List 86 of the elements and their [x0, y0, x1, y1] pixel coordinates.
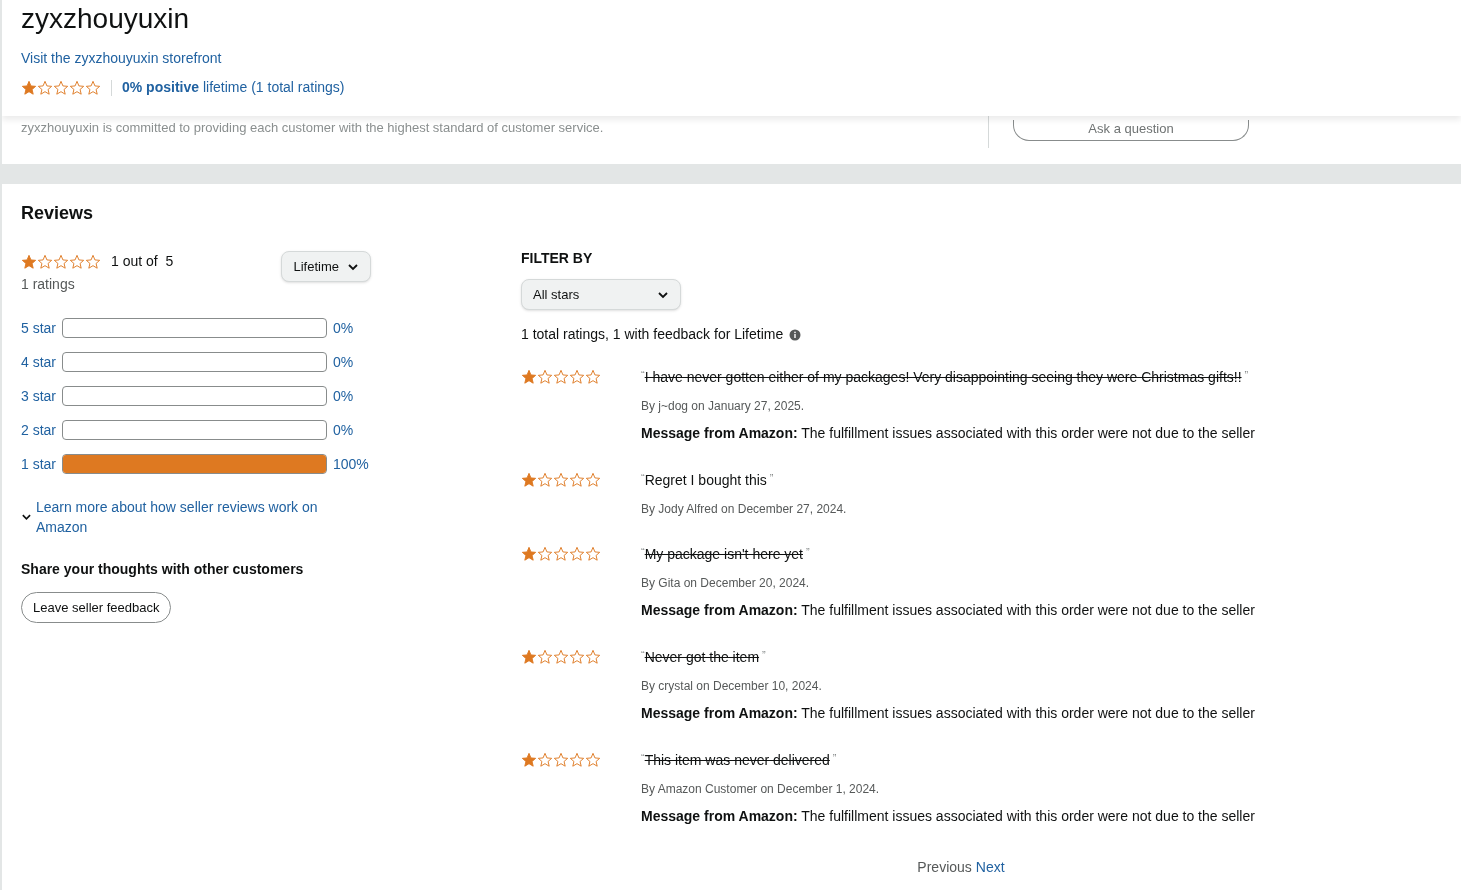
star-icon: [569, 369, 585, 385]
rating-percent[interactable]: 0%: [333, 385, 354, 407]
star-icon: [585, 472, 601, 488]
star-icon: [21, 79, 37, 96]
ask-question-button[interactable]: Ask a question: [1013, 120, 1249, 141]
star-icon: [85, 79, 101, 96]
storefront-link[interactable]: Visit the zyxzhouyuxin storefront: [21, 48, 1442, 69]
next-link[interactable]: Next: [975, 857, 1005, 878]
star-filter-link[interactable]: 2 star: [21, 419, 62, 441]
star-icon: [585, 546, 601, 562]
star-icon: [537, 369, 553, 385]
star-icon: [553, 752, 569, 768]
review-text: This item was never delivered: [644, 751, 830, 770]
average-rating: 1 out of 5: [111, 252, 174, 271]
review-text: Regret I bought this: [644, 471, 767, 490]
star-icon: [585, 752, 601, 768]
star-icon: [85, 253, 101, 270]
share-heading: Share your thoughts with other customers: [21, 560, 305, 579]
star-icon: [553, 472, 569, 488]
review-text: Never got the item: [644, 648, 760, 667]
amazon-message: Message from Amazon: The fulfillment issues associated with this order were not due to the seller: [641, 601, 1255, 620]
ratings-count: 1 ratings: [21, 275, 76, 294]
star-icon: [585, 649, 601, 665]
rating-percent[interactable]: 0%: [333, 351, 354, 373]
star-icon: [553, 369, 569, 385]
star-filter-dropdown[interactable]: All stars: [521, 279, 681, 310]
star-icon: [521, 752, 537, 768]
star-icon: [69, 253, 85, 270]
star-icon: [69, 79, 85, 96]
rating-percent[interactable]: 0%: [333, 419, 354, 441]
review-text: I have never gotten either of my packages! Very disappointing seeing they were Christmas gifts!!: [644, 368, 1242, 387]
rating-percent[interactable]: 100%: [333, 453, 369, 475]
star-filter-link[interactable]: 4 star: [21, 351, 62, 373]
quote-mark: ”: [769, 471, 774, 486]
star-filter-link[interactable]: 5 star: [21, 317, 62, 339]
rating-summary[interactable]: 0% positive lifetime (1 total ratings): [122, 77, 345, 98]
learn-more-link[interactable]: Learn more about how seller reviews work on Amazon: [35, 497, 341, 537]
reviews-heading: Reviews: [21, 202, 95, 225]
quote-mark: “: [641, 648, 645, 661]
quote-mark: ”: [1244, 368, 1249, 383]
star-icon: [553, 649, 569, 665]
rating-percent[interactable]: 0%: [333, 317, 354, 339]
star-icon: [21, 253, 37, 270]
filter-heading: FILTER BY: [521, 249, 594, 268]
review-byline: By j~dog on January 27, 2025.: [641, 398, 806, 415]
review-byline: By Amazon Customer on December 1, 2024.: [641, 781, 881, 798]
star-icon: [569, 546, 585, 562]
star-icon: [37, 79, 53, 96]
star-filter-link[interactable]: 3 star: [21, 385, 62, 407]
info-icon[interactable]: [789, 328, 802, 341]
star-icon: [53, 253, 69, 270]
star-icon: [537, 752, 553, 768]
star-icon: [521, 649, 537, 665]
amazon-message: Message from Amazon: The fulfillment issues associated with this order were not due to the seller: [641, 424, 1255, 443]
amazon-message: Message from Amazon: The fulfillment issues associated with this order were not due to the seller: [641, 704, 1255, 723]
seller-description: zyxzhouyuxin is committed to providing each customer with the highest standard of customer service.: [21, 119, 605, 137]
seller-name: zyxzhouyuxin: [21, 2, 191, 36]
star-icon: [53, 79, 69, 96]
quote-mark: ”: [806, 545, 810, 560]
star-icon: [537, 546, 553, 562]
star-filter-link[interactable]: 1 star: [21, 453, 62, 475]
review-text: My package isn't here yet: [644, 545, 803, 564]
ratings-summary-text: 1 total ratings, 1 with feedback for Lifetime: [521, 325, 784, 344]
star-icon: [37, 253, 53, 270]
leave-feedback-button[interactable]: Leave seller feedback: [21, 592, 172, 623]
star-icon: [585, 369, 601, 385]
star-icon: [521, 472, 537, 488]
quote-mark: ”: [762, 648, 766, 663]
quote-mark: “: [641, 368, 645, 381]
star-icon: [569, 649, 585, 665]
quote-mark: “: [641, 471, 645, 484]
star-icon: [521, 369, 537, 385]
star-icon: [521, 546, 537, 562]
star-icon: [569, 752, 585, 768]
review-byline: By Gita on December 20, 2024.: [641, 575, 811, 592]
quote-mark: ”: [832, 751, 837, 766]
star-icon: [537, 472, 553, 488]
star-icon: [553, 546, 569, 562]
quote-mark: “: [641, 751, 645, 764]
amazon-message: Message from Amazon: The fulfillment issues associated with this order were not due to the seller: [641, 807, 1255, 826]
star-icon: [569, 472, 585, 488]
review-byline: By crystal on December 10, 2024.: [641, 678, 823, 695]
star-icon: [537, 649, 553, 665]
period-dropdown[interactable]: Lifetime: [281, 251, 371, 282]
review-byline: By Jody Alfred on December 27, 2024.: [641, 501, 847, 518]
quote-mark: “: [641, 545, 645, 558]
